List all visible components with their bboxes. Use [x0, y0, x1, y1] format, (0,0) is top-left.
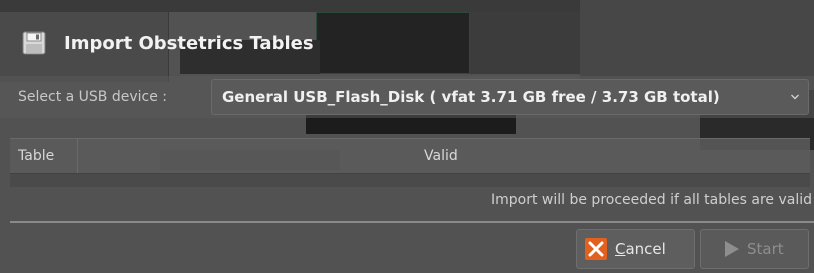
usb-device-label: Select a USB device :: [18, 89, 168, 105]
cancel-icon: [585, 238, 607, 260]
cancel-label: Cancel: [615, 240, 666, 258]
usb-device-selected-value: General USB_Flash_Disk ( vfat 3.71 GB fr…: [222, 88, 720, 106]
table-header: Table Valid: [10, 138, 810, 174]
status-message: Import will be proceeded if all tables a…: [491, 192, 812, 208]
floppy-disk-icon: [22, 31, 46, 55]
usb-device-select[interactable]: General USB_Flash_Disk ( vfat 3.71 GB fr…: [211, 79, 809, 115]
usb-device-row: Select a USB device : General USB_Flash_…: [0, 76, 814, 118]
cancel-button[interactable]: Cancel: [576, 229, 695, 269]
dialog-title-bar: Import Obstetrics Tables: [0, 12, 814, 82]
start-button[interactable]: Start: [700, 229, 809, 269]
import-dialog: Import Obstetrics Tables Select a USB de…: [0, 0, 814, 273]
start-label: Start: [747, 240, 784, 258]
chevron-down-icon: [791, 94, 799, 100]
cancel-label-rest: ancel: [625, 240, 666, 258]
cancel-mnemonic: C: [615, 240, 626, 258]
column-header-valid[interactable]: Valid: [78, 139, 810, 173]
tables-list[interactable]: [10, 173, 810, 187]
column-header-table[interactable]: Table: [10, 139, 78, 173]
dialog-title: Import Obstetrics Tables: [64, 32, 314, 54]
divider: [10, 221, 814, 223]
play-icon: [725, 241, 739, 257]
